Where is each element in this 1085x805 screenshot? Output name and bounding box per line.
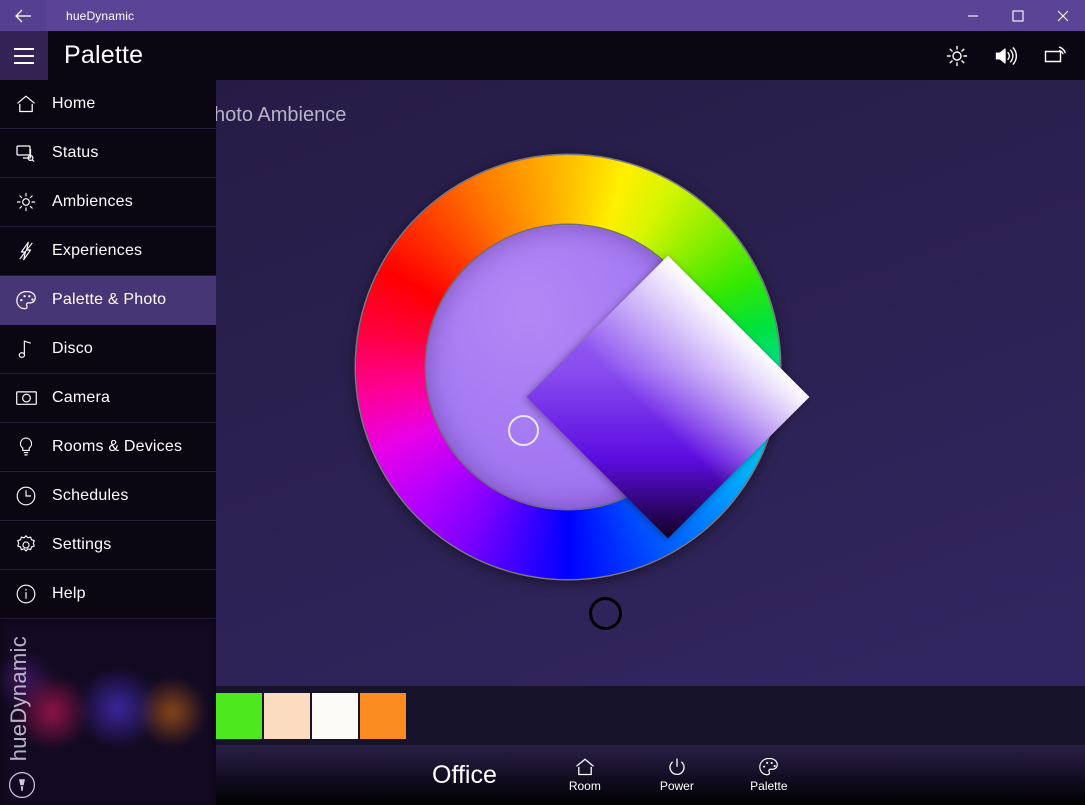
swatch-green[interactable] [216,692,262,739]
bulb-icon [0,436,52,458]
sidebar-item-label: Disco [52,340,94,357]
info-icon [0,583,52,605]
minimize-button[interactable] [950,0,995,31]
sidebar-item-label: Ambiences [52,193,133,210]
saturation-value-marker[interactable] [508,415,539,446]
color-wheel-inner[interactable] [426,225,810,539]
sidebar-item-status[interactable]: Status [0,129,216,178]
page-title: Palette [64,41,144,69]
bottom-action-palette[interactable]: Palette [735,757,803,793]
bulb-badge-icon[interactable] [8,771,36,799]
home-icon [0,94,52,114]
swatch-peach[interactable] [264,692,310,739]
back-button[interactable] [0,0,46,31]
bottom-bar-actions: Room Power Palette [551,757,803,793]
camera-icon [0,388,52,408]
window-title: hueDynamic [66,8,135,23]
current-room-label: Office [432,760,497,789]
sun-icon [0,191,52,213]
swatch-orange[interactable] [360,692,406,739]
sidebar-item-palette-photo[interactable]: Palette & Photo [0,276,216,325]
header-actions [932,31,1079,80]
music-note-icon [0,338,52,360]
title-bar: hueDynamic [0,0,1085,31]
hamburger-icon[interactable] [0,31,48,80]
sidebar-item-label: Camera [52,389,111,406]
close-button[interactable] [1040,0,1085,31]
sidebar-item-disco[interactable]: Disco [0,325,216,374]
sidebar-item-label: Experiences [52,242,143,259]
brightness-icon[interactable] [932,31,981,80]
hue-marker[interactable] [589,597,622,630]
bottom-action-room[interactable]: Room [551,757,619,793]
maximize-button[interactable] [995,0,1040,31]
sidebar-item-label: Schedules [52,487,129,504]
swatch-white[interactable] [312,692,358,739]
sidebar-item-help[interactable]: Help [0,570,216,619]
color-wheel[interactable] [356,155,810,579]
sidebar-item-experiences[interactable]: Experiences [0,227,216,276]
sidebar-item-label: Help [52,585,86,602]
bottom-action-power-label: Power [659,779,694,793]
header-bar: Palette [0,31,1085,80]
sidebar-item-rooms-devices[interactable]: Rooms & Devices [0,423,216,472]
sidebar-item-home[interactable]: Home [0,80,216,129]
sidebar-item-label: Palette & Photo [52,291,167,308]
sidebar-item-ambiences[interactable]: Ambiences [0,178,216,227]
volume-icon[interactable] [981,31,1030,80]
app-window: hueDynamic Palette Photo Ambience Office… [0,0,1085,805]
sidebar-item-camera[interactable]: Camera [0,374,216,423]
tab-photo-ambience[interactable]: Photo Ambience [201,104,347,127]
brand-footer: hueDynamic [0,620,216,805]
sidebar-item-label: Rooms & Devices [52,438,183,455]
sidebar-item-label: Home [52,95,96,112]
sidebar-item-label: Settings [52,536,112,553]
cast-icon[interactable] [1030,31,1079,80]
clock-icon [0,485,52,507]
gear-icon [0,534,52,556]
brand-label: hueDynamic [6,635,31,761]
bottom-action-power[interactable]: Power [643,757,711,793]
lightning-icon [0,240,52,262]
status-icon [0,143,52,163]
sidebar-item-schedules[interactable]: Schedules [0,472,216,521]
sidebar-item-label: Status [52,144,99,161]
bottom-action-room-label: Room [568,779,601,793]
bottom-action-palette-label: Palette [750,779,788,793]
sidebar: Home Status Ambiences Experiences Palett… [0,80,216,805]
palette-icon [0,290,52,311]
sidebar-item-settings[interactable]: Settings [0,521,216,570]
